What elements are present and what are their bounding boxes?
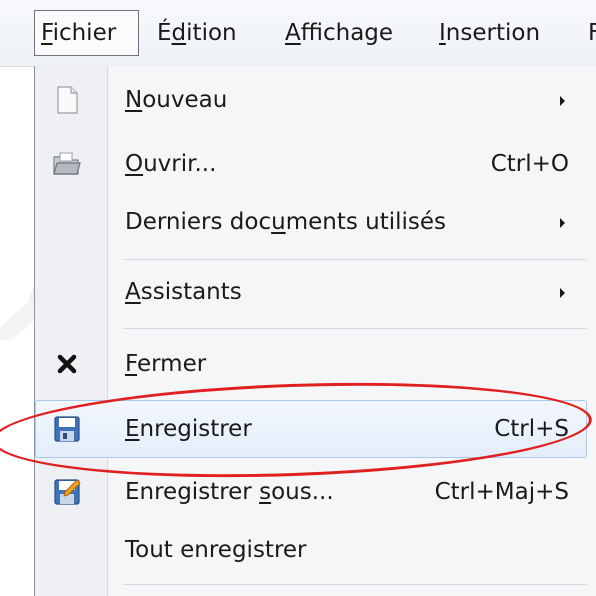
menu-edition-rest: ition	[186, 20, 237, 46]
menu-affichage[interactable]: Affichage	[279, 12, 399, 54]
menu-fichier-rest: ichier	[52, 20, 117, 46]
accel-key: N	[125, 87, 143, 113]
menu-item-enregistrer[interactable]: Enregistrer Ctrl+S	[35, 400, 587, 458]
shortcut-text: Ctrl+Maj+S	[434, 479, 569, 505]
menu-edition-accel: d	[171, 20, 187, 46]
new-document-icon	[57, 86, 78, 114]
menu-separator	[123, 328, 587, 329]
label-text: nregistrer	[139, 416, 252, 442]
menu-item-tout-enregistrer[interactable]: Tout enregistrer	[35, 522, 587, 578]
menu-edition[interactable]: Édition	[151, 12, 243, 54]
accel-key: O	[125, 151, 144, 177]
menu-item-derniers-documents[interactable]: Derniers documents utilisés	[35, 194, 587, 250]
menu-item-label: Enregistrer	[125, 401, 252, 457]
label-pre: Derniers doc	[125, 209, 272, 235]
fichier-dropdown-menu: Nouveau Ouvrir... Ctrl+O Derniers docume…	[34, 66, 596, 596]
close-icon	[57, 354, 77, 374]
menu-separator	[123, 259, 587, 260]
menu-item-label: Enregistrer sous...	[125, 464, 334, 520]
label-text: uvrir...	[143, 151, 217, 177]
accel-key: F	[125, 351, 137, 377]
label-text: ouveau	[142, 87, 228, 113]
accel-key: E	[125, 416, 140, 442]
save-as-icon	[54, 479, 81, 505]
menu-bar: Fichier Édition Affichage Insertion F	[0, 0, 596, 67]
menu-insertion[interactable]: Insertion	[433, 12, 546, 54]
menu-insertion-accel: I	[439, 20, 446, 46]
save-icon	[54, 416, 80, 442]
label-text: ments utilisés	[285, 209, 447, 235]
accel-key: A	[125, 279, 141, 305]
menu-edition-pre: É	[157, 20, 172, 46]
menu-item-ouvrir[interactable]: Ouvrir... Ctrl+O	[35, 136, 587, 192]
menu-fichier-accel: F	[41, 20, 53, 46]
submenu-arrow-icon	[560, 96, 565, 106]
accel-key: s	[259, 479, 272, 505]
menu-fichier[interactable]: Fichier	[34, 10, 139, 56]
menu-format-label: F	[588, 20, 596, 46]
shortcut-text: Ctrl+O	[490, 151, 569, 177]
open-folder-icon	[53, 152, 81, 175]
menu-item-label: Tout enregistrer	[125, 537, 307, 563]
label-text: ssistants	[140, 279, 242, 305]
menu-item-label: Ouvrir...	[125, 136, 216, 192]
menu-format-partial[interactable]: F	[584, 12, 596, 54]
menu-item-label: Fermer	[125, 336, 206, 392]
shortcut-text: Ctrl+S	[494, 416, 569, 442]
label-text: ous...	[271, 479, 334, 505]
menu-item-label: Derniers documents utilisés	[125, 194, 446, 250]
menu-item-label: Assistants	[125, 264, 242, 320]
menu-insertion-rest: nsertion	[445, 20, 541, 46]
menu-affichage-accel: A	[285, 20, 301, 46]
submenu-arrow-icon	[560, 218, 565, 228]
menu-item-fermer[interactable]: Fermer	[35, 336, 587, 392]
menu-item-label: Nouveau	[125, 72, 227, 128]
menu-item-assistants[interactable]: Assistants	[35, 264, 587, 320]
menu-affichage-rest: ffichage	[300, 20, 394, 46]
submenu-arrow-icon	[560, 288, 565, 298]
menu-item-nouveau[interactable]: Nouveau	[35, 72, 587, 128]
label-text: ermer	[136, 351, 207, 377]
label-pre: Enregistrer	[125, 479, 260, 505]
accel-key: u	[271, 209, 286, 235]
menu-item-enregistrer-sous[interactable]: Enregistrer sous... Ctrl+Maj+S	[35, 464, 587, 520]
